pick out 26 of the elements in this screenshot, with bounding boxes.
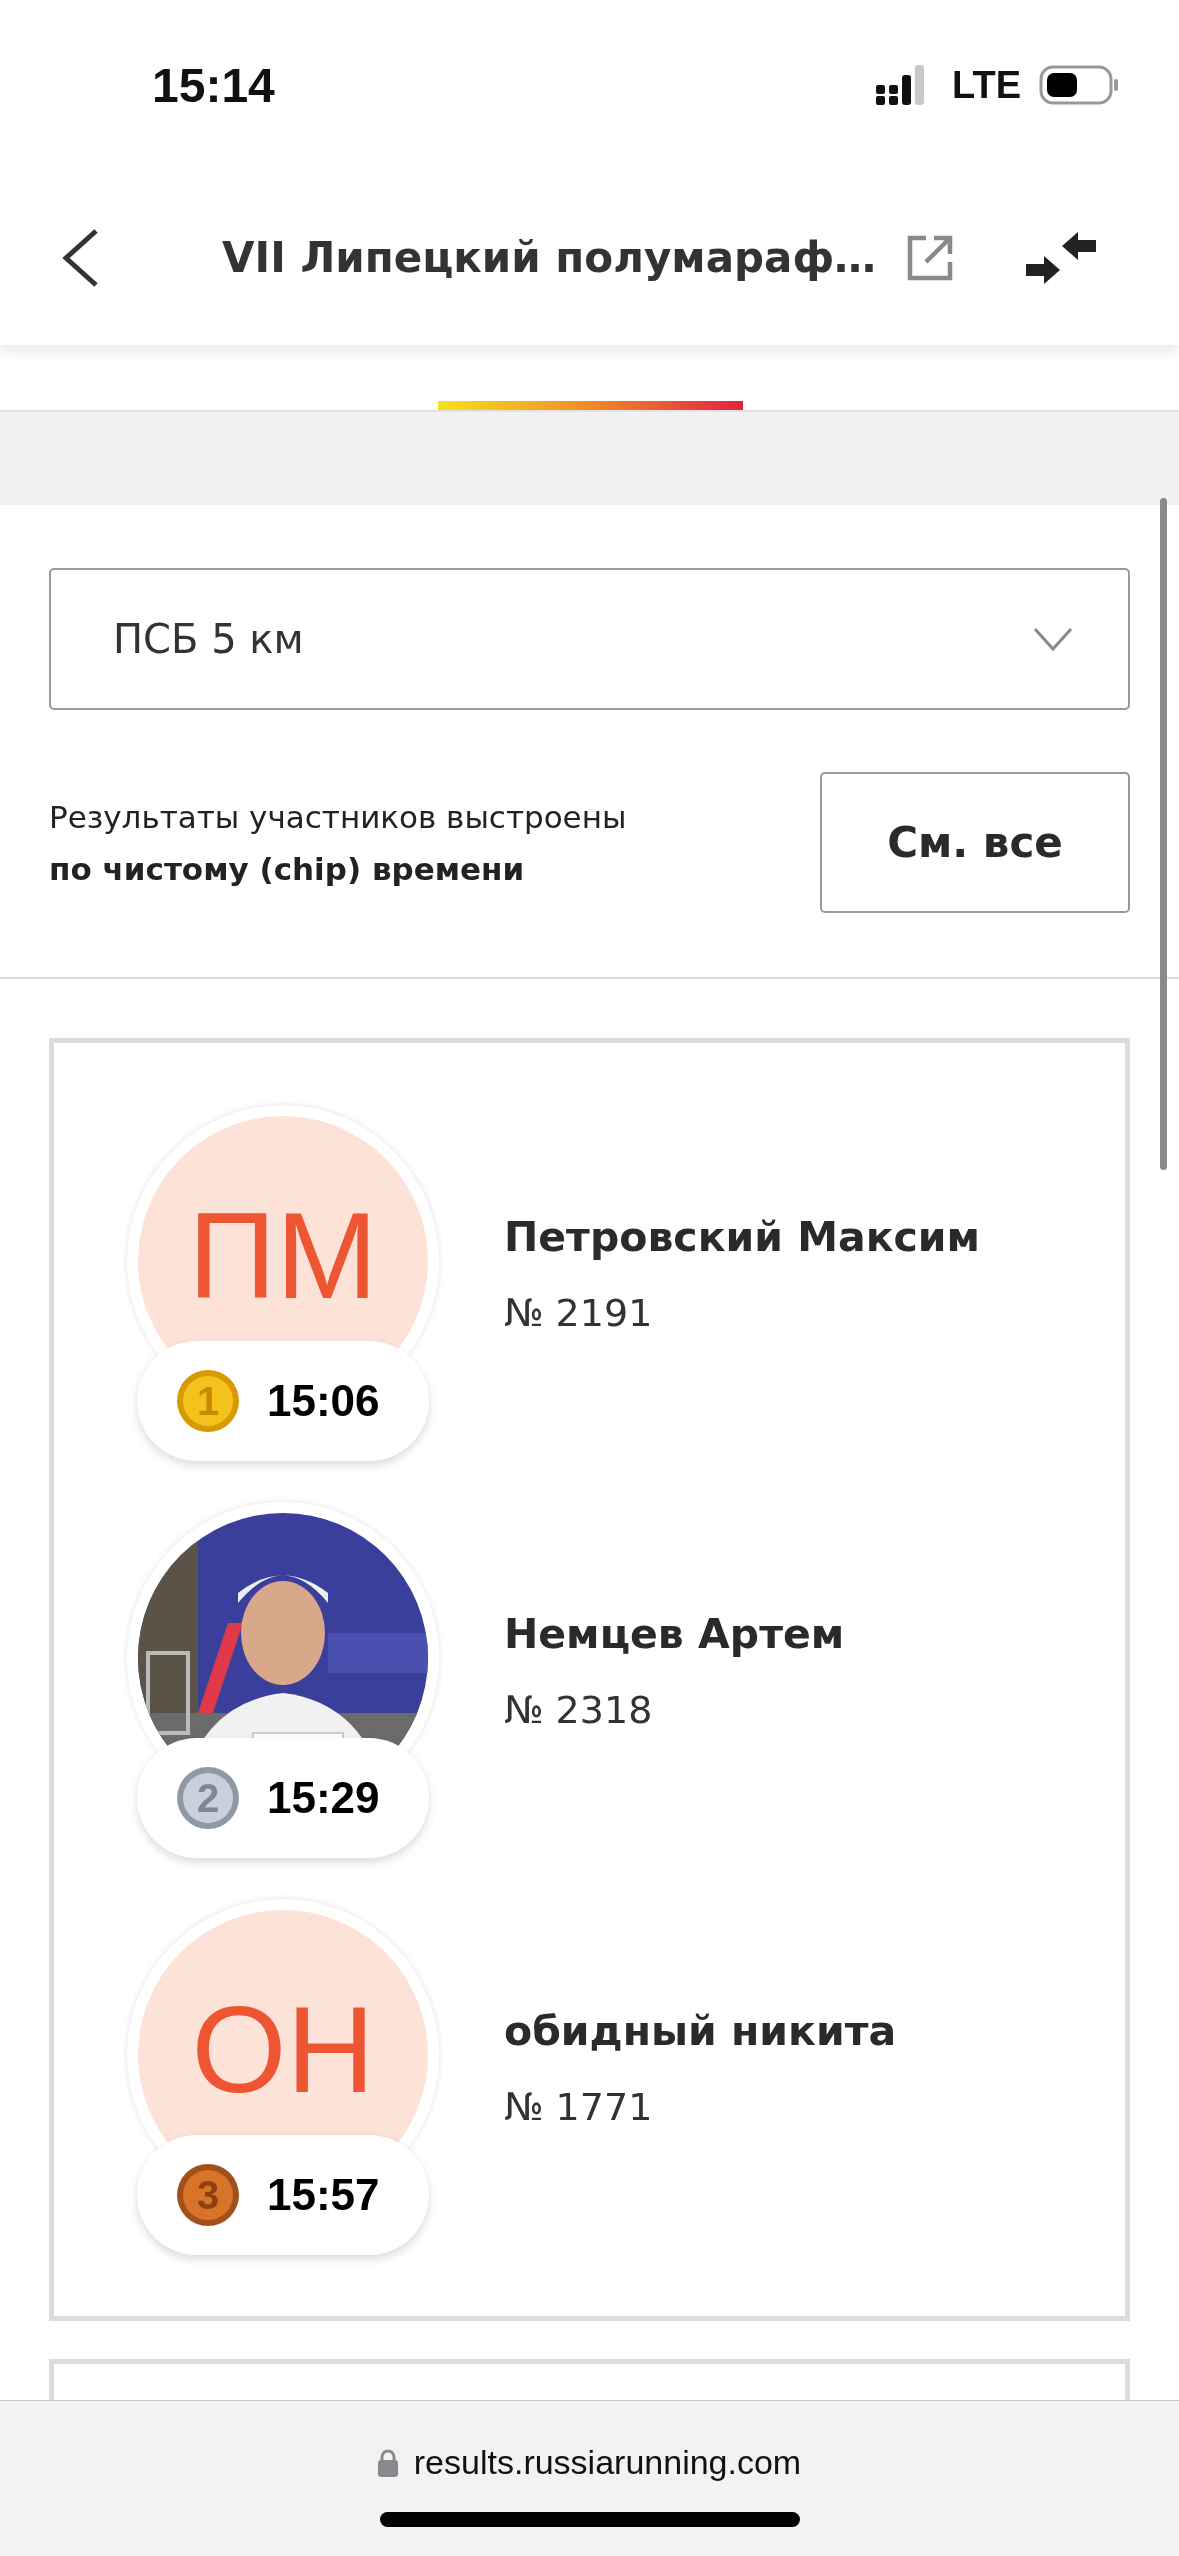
- external-link-button[interactable]: [906, 233, 955, 282]
- address-bar[interactable]: results.russiarunning.com: [0, 2400, 1179, 2556]
- medal-icon: [175, 2162, 241, 2228]
- scrollbar[interactable]: [1160, 498, 1167, 1170]
- collapse-arrows-button[interactable]: [1026, 231, 1097, 284]
- participant-name[interactable]: Немцев Артем: [504, 1610, 845, 1658]
- participant-name[interactable]: Петровский Максим: [504, 1213, 981, 1261]
- medal-icon: [175, 1368, 241, 1434]
- chevron-down-icon: [1033, 627, 1073, 651]
- bib-number: № 2191: [504, 1291, 654, 1335]
- bib-number: № 2318: [504, 1688, 654, 1732]
- result-time-badge: 1 15:06: [137, 1341, 429, 1461]
- lock-icon: [377, 2448, 398, 2477]
- medal-icon: [175, 1765, 241, 1831]
- status-time: 15:14: [152, 57, 275, 113]
- distance-dropdown[interactable]: ПСБ 5 км: [49, 568, 1130, 710]
- page-title: VII Липецкий полумараф…: [222, 233, 877, 282]
- result-time-badge: 2 15:29: [137, 1738, 429, 1858]
- battery-icon: [1039, 65, 1119, 105]
- participant-name[interactable]: обидный никита: [504, 2007, 897, 2055]
- sort-note: Результаты участников выстроены по чистому (chip) времени: [49, 797, 627, 889]
- url-text: results.russiarunning.com: [413, 2443, 802, 2482]
- bib-number: № 1771: [504, 2085, 654, 2129]
- result-time-badge: 3 15:57: [137, 2135, 429, 2255]
- see-all-button[interactable]: См. все: [820, 772, 1130, 913]
- network-label: LTE: [952, 63, 1021, 107]
